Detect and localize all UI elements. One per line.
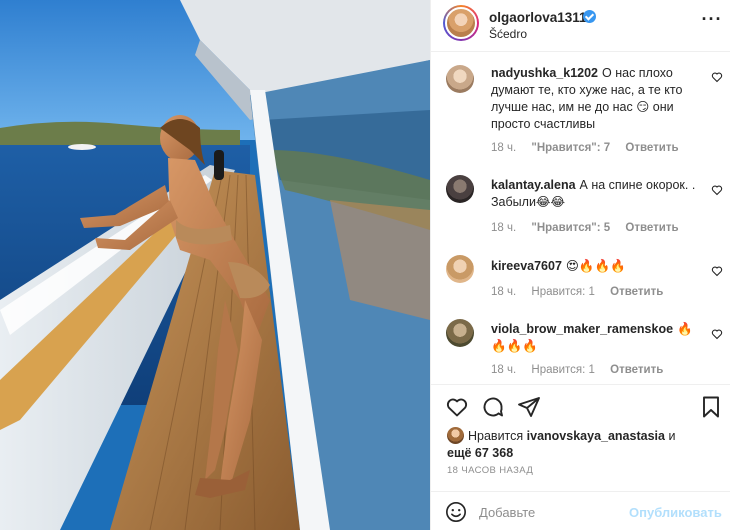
- comment-likes[interactable]: "Нравится": 7: [531, 142, 610, 154]
- comment-age[interactable]: 18 ч.: [491, 142, 516, 154]
- add-comment-bar: Опубликовать: [431, 491, 730, 530]
- comment-item: kireeva7607 😍🔥🔥🔥 18 ч. Нравится: 1 Ответи…: [431, 255, 730, 310]
- comment-item: viola_brow_maker_ramenskoe 🔥🔥🔥🔥 18 ч. Нра…: [431, 319, 730, 383]
- heart-icon[interactable]: [711, 328, 723, 340]
- liker-username[interactable]: ivanovskaya_anastasia: [527, 429, 665, 443]
- comment-age[interactable]: 18 ч.: [491, 222, 516, 234]
- comment-text-block: viola_brow_maker_ramenskoe 🔥🔥🔥🔥: [491, 321, 706, 355]
- reply-button[interactable]: Ответить: [625, 142, 678, 154]
- comment-likes[interactable]: Нравится: 1: [531, 364, 595, 376]
- comment-username[interactable]: viola_brow_maker_ramenskoe: [491, 322, 673, 336]
- comment-username[interactable]: nadyushka_k1202: [491, 66, 598, 80]
- post-side-panel: olgaorlova1311 Šćedro ··· nadyushka_k120…: [430, 0, 730, 530]
- author-username[interactable]: olgaorlova1311: [489, 10, 587, 25]
- comment-text-block: kireeva7607 😍🔥🔥🔥: [491, 258, 706, 275]
- yacht-photo-illustration: [0, 0, 430, 530]
- heart-icon[interactable]: [711, 71, 723, 83]
- comment-icon[interactable]: [481, 395, 505, 419]
- comment-age[interactable]: 18 ч.: [491, 286, 516, 298]
- heart-icon[interactable]: [711, 184, 723, 196]
- comment-meta: 18 ч. "Нравится": 7 Ответить: [491, 142, 691, 154]
- commenter-avatar[interactable]: [446, 319, 474, 347]
- comments-list[interactable]: nadyushka_k1202 О нас плохо думают те, кт…: [431, 53, 730, 383]
- comment-meta: 18 ч. Нравится: 1 Ответить: [491, 364, 675, 376]
- comment-likes[interactable]: Нравится: 1: [531, 286, 595, 298]
- liker-avatar[interactable]: [447, 427, 464, 444]
- comment-username[interactable]: kireeva7607: [491, 259, 562, 273]
- comment-text-block: kalantay.alena А на спине окорок. . Забыл…: [491, 177, 706, 211]
- comment-age[interactable]: 18 ч.: [491, 364, 516, 376]
- reply-button[interactable]: Ответить: [610, 364, 663, 376]
- post-time[interactable]: 18 часов назад: [447, 465, 533, 476]
- comment-meta: 18 ч. "Нравится": 5 Ответить: [491, 222, 691, 234]
- post-actions: Нравится ivanovskaya_anastasia и ещё 67 …: [431, 384, 730, 530]
- commenter-avatar[interactable]: [446, 65, 474, 93]
- commenter-avatar[interactable]: [446, 175, 474, 203]
- likes-connector: и: [668, 429, 676, 443]
- share-icon[interactable]: [517, 395, 541, 419]
- likes-summary: Нравится ivanovskaya_anastasia и ещё 67 …: [447, 427, 717, 462]
- likes-count[interactable]: ещё 67 368: [447, 445, 717, 462]
- publish-button[interactable]: Опубликовать: [629, 502, 722, 522]
- comment-item: nadyushka_k1202 О нас плохо думают те, кт…: [431, 65, 730, 165]
- emoji-icon[interactable]: [445, 501, 467, 523]
- author-avatar[interactable]: [443, 5, 479, 41]
- reply-button[interactable]: Ответить: [625, 222, 678, 234]
- comment-text-block: nadyushka_k1202 О нас плохо думают те, кт…: [491, 65, 706, 133]
- bookmark-icon[interactable]: [699, 395, 723, 419]
- comment-text: 😍🔥🔥🔥: [565, 259, 626, 273]
- heart-icon[interactable]: [711, 265, 723, 277]
- commenter-avatar[interactable]: [446, 255, 474, 283]
- comment-username[interactable]: kalantay.alena: [491, 178, 576, 192]
- comment-item: kalantay.alena А на спине окорок. . Забыл…: [431, 175, 730, 245]
- post-location[interactable]: Šćedro: [489, 27, 527, 41]
- heart-icon[interactable]: [445, 395, 469, 419]
- reply-button[interactable]: Ответить: [610, 286, 663, 298]
- author-avatar-image: [445, 7, 477, 39]
- comment-meta: 18 ч. Нравится: 1 Ответить: [491, 286, 675, 298]
- post-header: olgaorlova1311 Šćedro ···: [431, 0, 730, 52]
- likes-prefix: Нравится: [468, 429, 524, 443]
- comment-likes[interactable]: "Нравится": 5: [531, 222, 610, 234]
- verified-badge-icon: [583, 10, 596, 23]
- more-options-icon[interactable]: ···: [701, 10, 723, 34]
- post-photo[interactable]: [0, 0, 430, 530]
